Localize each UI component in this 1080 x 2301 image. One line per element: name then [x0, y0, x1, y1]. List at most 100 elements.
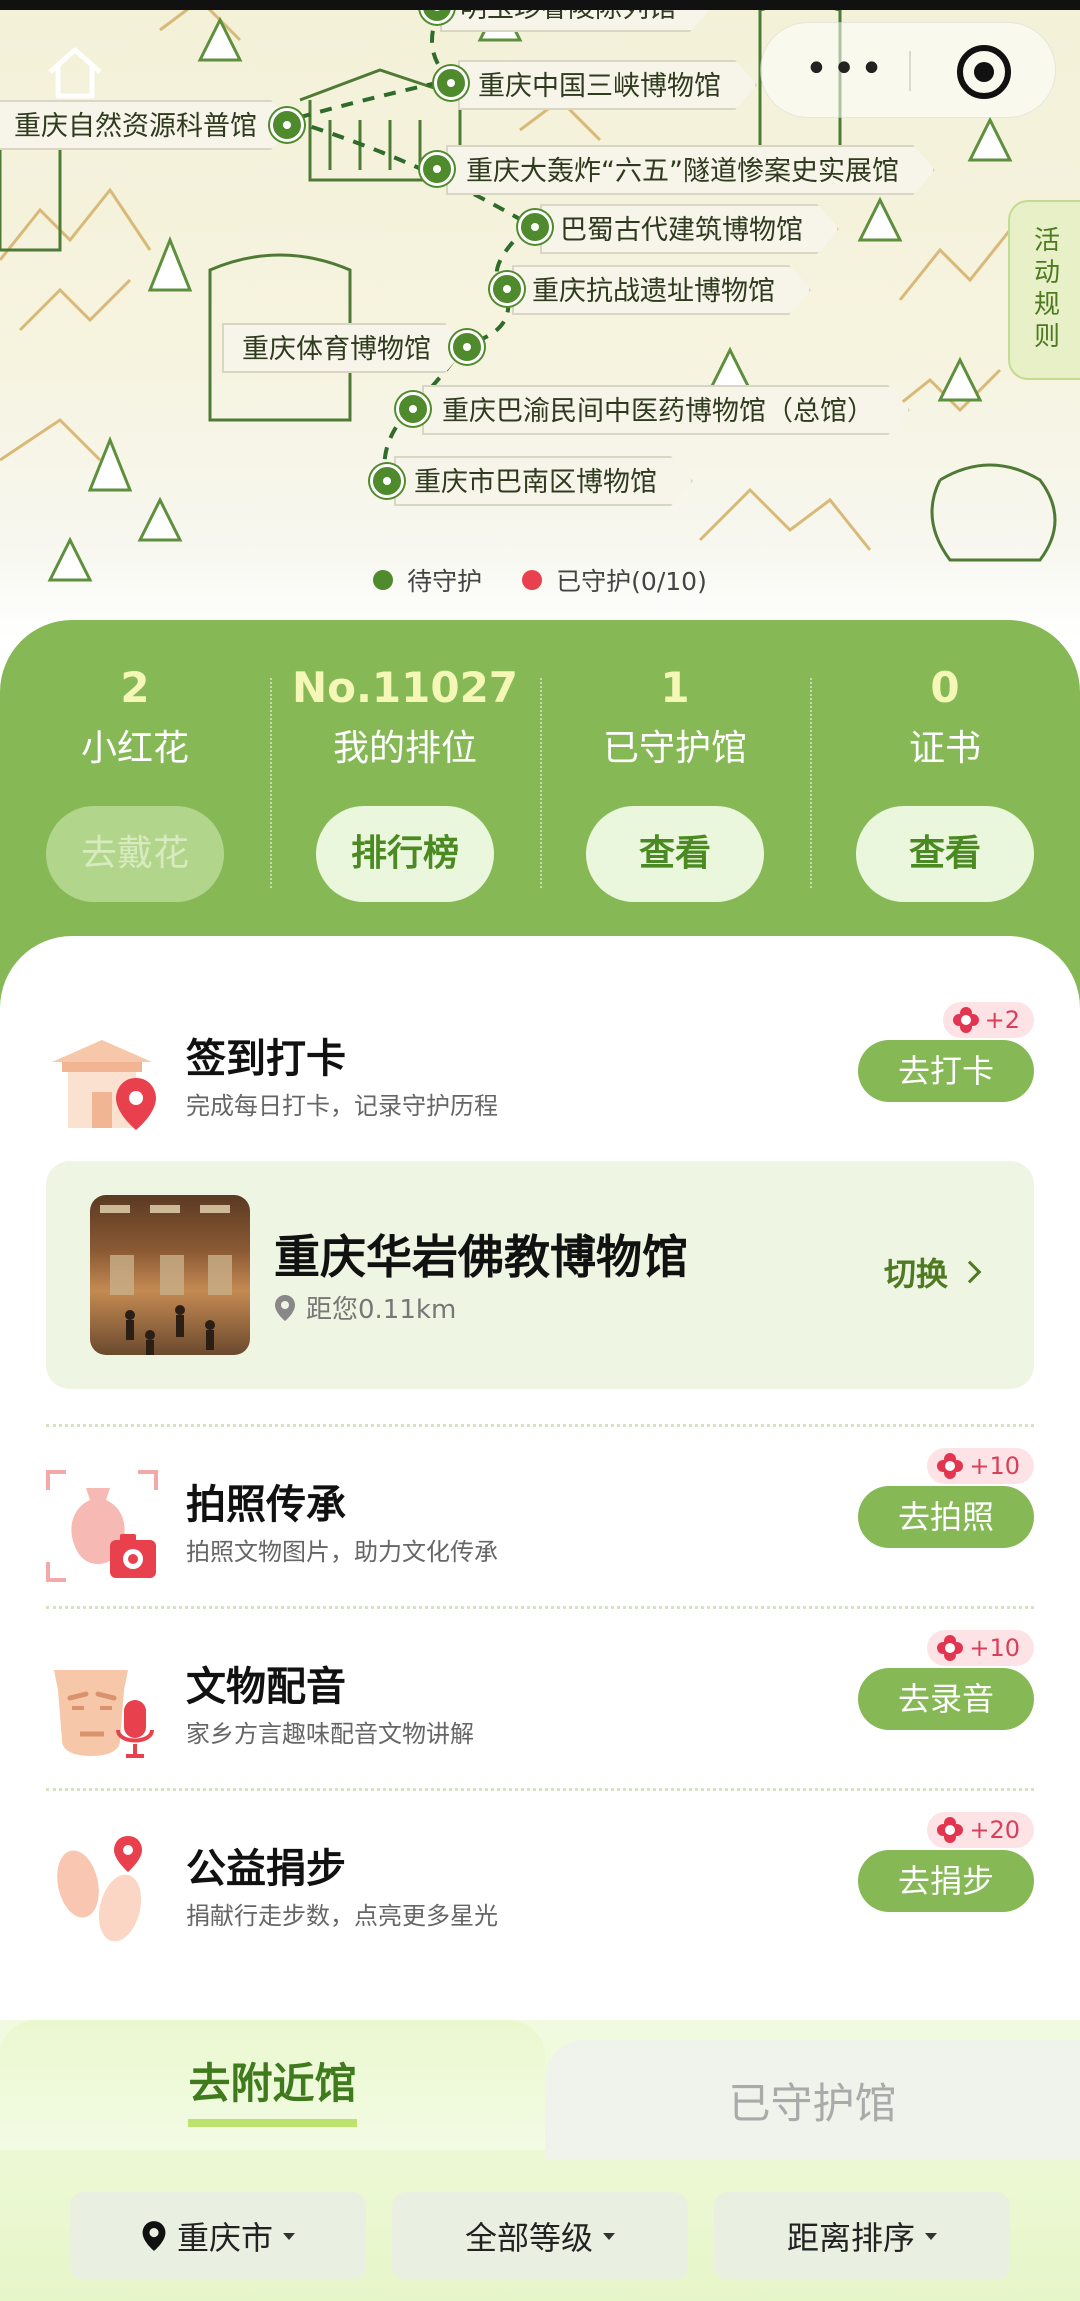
red-flower-icon [937, 1453, 964, 1479]
route-label[interactable]: 重庆中国三峡博物馆 [458, 60, 757, 110]
reward-badge: +10 [927, 1630, 1034, 1666]
donate-steps-button[interactable]: 去捐步 [858, 1850, 1034, 1912]
sort-filter[interactable]: 距离排序 [714, 2192, 1010, 2280]
green-dot-icon [373, 570, 394, 590]
route-pin-icon[interactable] [420, 152, 454, 186]
mask-mic-icon [54, 1670, 154, 1758]
wear-flower-button[interactable]: 去戴花 [46, 806, 224, 902]
map-legend: 待守护 已守护(0/10) [0, 562, 1080, 598]
task-title: 文物配音 [186, 1664, 346, 1710]
route-label[interactable]: 重庆体育博物馆 [222, 323, 467, 373]
level-filter[interactable]: 全部等级 [392, 2192, 688, 2280]
stat-label: 我的排位 [332, 728, 477, 769]
museum-name: 重庆华岩佛教博物馆 [274, 1230, 688, 1284]
dotted-divider [46, 1424, 1034, 1427]
location-pin-icon [275, 1294, 295, 1321]
legend-label: 已守护(0/10) [556, 567, 707, 596]
stat-value: 2 [120, 663, 150, 712]
reward-points: +2 [984, 1006, 1020, 1034]
vase-camera-icon [46, 1470, 158, 1582]
route-label[interactable]: 重庆自然资源科普馆 [0, 100, 293, 150]
reward-badge: +2 [942, 1002, 1034, 1038]
task-description: 捐献行走步数，点亮更多星光 [186, 1902, 498, 1930]
view-guarded-button[interactable]: 查看 [586, 806, 764, 902]
stat-red-flowers: 2 小红花 去戴花 [0, 660, 270, 902]
tab-guarded-museums[interactable]: 已守护馆 [545, 2040, 1080, 2160]
filter-label: 重庆市 [176, 2219, 273, 2257]
route-label[interactable]: 重庆市巴南区博物馆 [394, 456, 693, 506]
tab-nearby-museums[interactable]: 去附近馆 [0, 2020, 545, 2150]
more-menu-icon[interactable]: ••• [801, 49, 891, 93]
route-pin-icon[interactable] [490, 272, 524, 306]
task-description: 完成每日打卡，记录守护历程 [186, 1092, 498, 1120]
reward-points: +10 [969, 1634, 1020, 1662]
footprint-icon [57, 1836, 142, 1942]
task-donate-steps: 公益捐步 捐献行走步数，点亮更多星光 +20 去捐步 [0, 1812, 1080, 1962]
task-description: 家乡方言趣味配音文物讲解 [186, 1720, 474, 1748]
stat-label: 小红花 [80, 728, 189, 769]
tab-label: 已守护馆 [728, 2079, 897, 2128]
red-flower-icon [937, 1635, 964, 1661]
museum-photo [90, 1195, 250, 1355]
task-title: 公益捐步 [186, 1846, 346, 1892]
switch-museum-button[interactable]: 切换 [883, 1249, 982, 1295]
temple-pin-icon [52, 1040, 156, 1130]
task-checkin: 签到打卡 完成每日打卡，记录守护历程 +2 去打卡 [0, 1002, 1080, 1152]
city-filter[interactable]: 重庆市 [70, 2192, 366, 2280]
take-photo-button[interactable]: 去拍照 [858, 1486, 1034, 1548]
route-label[interactable]: 重庆巴渝民间中医药博物馆（总馆） [422, 385, 910, 435]
dotted-divider [46, 1606, 1034, 1609]
red-flower-icon [937, 1817, 964, 1843]
filter-label: 距离排序 [786, 2219, 915, 2257]
mini-program-capsule: ••• [760, 22, 1056, 118]
route-pin-icon[interactable] [450, 330, 484, 364]
route-label[interactable]: 巴蜀古代建筑博物馆 [540, 204, 839, 254]
record-voice-button[interactable]: 去录音 [858, 1668, 1034, 1730]
location-pin-icon [142, 2221, 166, 2251]
stat-value: No.11027 [291, 663, 519, 712]
reward-badge: +10 [927, 1448, 1034, 1484]
route-pin-icon[interactable] [434, 66, 468, 100]
legend-item-guarded: 已守护(0/10) [522, 562, 707, 598]
route-pin-icon[interactable] [270, 108, 304, 142]
switch-label: 切换 [883, 1255, 948, 1293]
route-label[interactable]: 重庆大轰炸“六五”隧道惨案史实展馆 [446, 145, 935, 195]
route-pin-icon[interactable] [396, 392, 430, 426]
reward-points: +10 [969, 1452, 1020, 1480]
red-dot-icon [522, 570, 543, 590]
stat-certificates: 0 证书 查看 [810, 660, 1080, 902]
stat-value: 1 [660, 663, 690, 712]
checkin-button[interactable]: 去打卡 [858, 1040, 1034, 1102]
status-bar [0, 0, 1080, 10]
reward-badge: +20 [927, 1812, 1034, 1848]
red-flower-icon [952, 1007, 979, 1033]
legend-label: 待守护 [407, 567, 483, 596]
activity-rules-tab[interactable]: 活动规则 [1008, 200, 1080, 380]
leaderboard-button[interactable]: 排行榜 [316, 806, 494, 902]
route-pin-icon[interactable] [370, 464, 404, 498]
task-title: 签到打卡 [186, 1036, 346, 1082]
home-icon[interactable] [42, 40, 108, 106]
caret-down-icon [603, 2232, 615, 2240]
stat-label: 已守护馆 [602, 728, 747, 769]
legend-item-pending: 待守护 [373, 562, 482, 598]
route-label[interactable]: 重庆抗战遗址博物馆 [512, 265, 811, 315]
tab-label: 去附近馆 [188, 2050, 357, 2127]
reward-points: +20 [969, 1816, 1020, 1844]
stat-guarded-museums: 1 已守护馆 查看 [540, 660, 810, 902]
close-target-icon[interactable] [957, 45, 1011, 99]
route-pin-icon[interactable] [518, 210, 552, 244]
caret-down-icon [925, 2232, 937, 2240]
current-museum-card[interactable]: 重庆华岩佛教博物馆 距您0.11km 切换 [46, 1161, 1034, 1389]
stat-value: 0 [930, 663, 960, 712]
distance-text: 距您0.11km [306, 1295, 457, 1325]
filter-label: 全部等级 [464, 2219, 593, 2257]
view-certificate-button[interactable]: 查看 [856, 806, 1034, 902]
dotted-divider [46, 1788, 1034, 1791]
task-voiceover: 文物配音 家乡方言趣味配音文物讲解 +10 去录音 [0, 1630, 1080, 1780]
chevron-right-icon [958, 1260, 982, 1284]
stat-label: 证书 [908, 728, 981, 769]
stat-rank: No.11027 我的排位 排行榜 [270, 660, 540, 902]
task-photo: 拍照传承 拍照文物图片，助力文化传承 +10 去拍照 [0, 1448, 1080, 1598]
museum-distance: 距您0.11km [274, 1289, 456, 1326]
